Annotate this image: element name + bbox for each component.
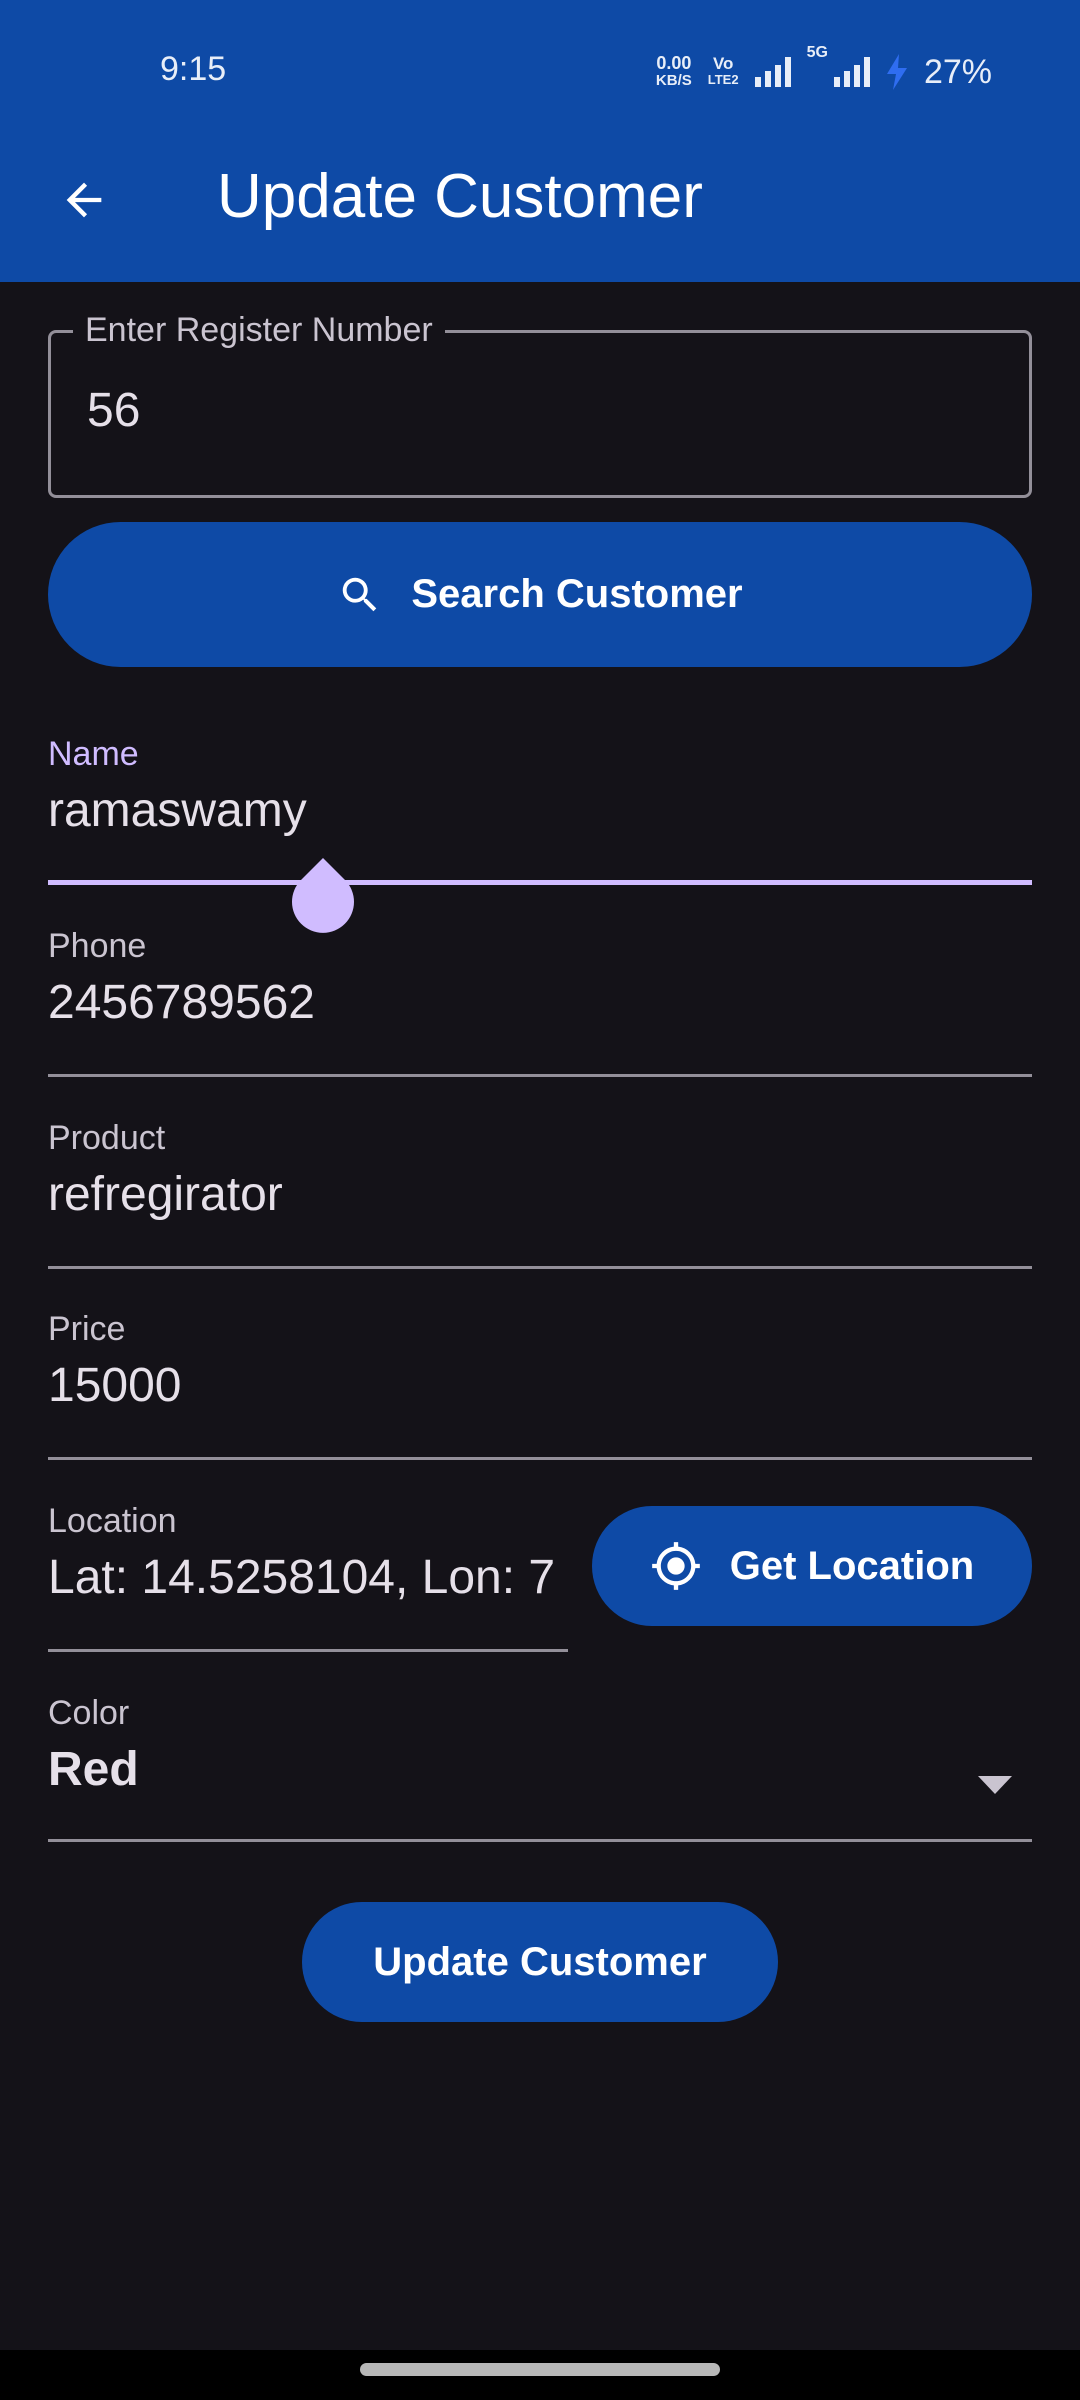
my-location-icon <box>651 1542 700 1590</box>
phone-value: 2456789562 <box>48 976 315 1029</box>
price-value: 15000 <box>48 1359 182 1412</box>
system-nav-bar <box>0 2350 1080 2400</box>
register-number-field[interactable]: Enter Register Number 56 <box>48 311 1032 498</box>
product-value: refregirator <box>48 1168 283 1221</box>
arrow-back-icon <box>66 182 102 218</box>
name-field[interactable]: Name ramaswamy <box>48 735 1032 885</box>
register-number-value: 56 <box>87 384 141 437</box>
name-label: Name <box>48 735 139 773</box>
charging-bolt-icon <box>886 54 907 90</box>
product-field[interactable]: Product refregirator <box>48 1119 1032 1269</box>
signal-icon <box>754 57 791 87</box>
phone-label: Phone <box>48 927 147 965</box>
get-location-button[interactable]: Get Location <box>592 1506 1032 1626</box>
back-button[interactable] <box>44 160 124 240</box>
page-title: Update Customer <box>217 162 703 231</box>
text-cursor-handle[interactable] <box>291 856 355 936</box>
app-bar: 9:15 0.00 KB/S Vo LTE2 5G 27% Update Cus… <box>0 0 1080 282</box>
search-customer-label: Search Customer <box>411 572 743 616</box>
price-field[interactable]: Price 15000 <box>48 1310 1032 1460</box>
location-label: Location <box>48 1502 177 1540</box>
battery-percent: 27% <box>923 52 992 91</box>
volte-indicator: Vo LTE2 <box>707 54 739 87</box>
search-customer-button[interactable]: Search Customer <box>48 522 1032 667</box>
register-number-label: Enter Register Number <box>73 311 445 350</box>
color-label: Color <box>48 1694 130 1732</box>
signal-5g-icon <box>833 57 870 87</box>
network-type: 5G <box>806 44 828 61</box>
update-customer-label: Update Customer <box>373 1939 707 1984</box>
product-label: Product <box>48 1119 166 1157</box>
price-label: Price <box>48 1310 126 1348</box>
net-speed-indicator: 0.00 KB/S <box>655 53 692 89</box>
update-customer-button[interactable]: Update Customer <box>302 1902 778 2022</box>
dropdown-arrow-icon <box>978 1776 1012 1794</box>
status-time: 9:15 <box>160 50 227 88</box>
location-value: Lat: 14.5258104, Lon: 7 <box>48 1551 556 1604</box>
location-field[interactable]: Location Lat: 14.5258104, Lon: 7 <box>48 1502 568 1652</box>
get-location-label: Get Location <box>729 1543 975 1588</box>
color-value: Red <box>48 1743 139 1796</box>
search-icon <box>343 577 377 611</box>
status-icons: 0.00 KB/S Vo LTE2 5G 27% <box>655 44 992 96</box>
color-dropdown[interactable]: Color Red <box>48 1694 1032 1842</box>
gesture-handle[interactable] <box>360 2363 720 2376</box>
phone-field[interactable]: Phone 2456789562 <box>48 927 1032 1077</box>
name-value: ramaswamy <box>48 784 307 837</box>
